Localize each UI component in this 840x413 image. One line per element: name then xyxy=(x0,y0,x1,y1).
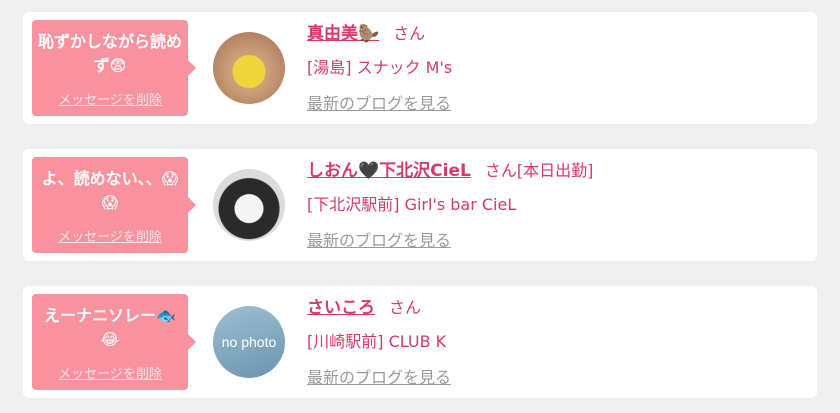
no-photo-label: no photo xyxy=(221,334,277,350)
honorific: さん xyxy=(393,24,426,43)
message-text: えーナニソレー🐟😂 xyxy=(44,306,176,349)
honorific: さん xyxy=(389,298,422,317)
avatar[interactable]: no photo xyxy=(213,306,285,378)
user-name-link[interactable]: 真由美🦫 xyxy=(307,24,379,44)
delete-message-link[interactable]: メッセージを削除 xyxy=(32,226,188,245)
avatar[interactable] xyxy=(213,32,285,104)
message-text: 恥ずかしながら読めず😨 xyxy=(38,32,183,75)
shop-info: [下北沢駅前] Girl's bar CieL xyxy=(307,195,517,214)
message-bubble: 恥ずかしながら読めず😨 メッセージを削除 xyxy=(32,20,196,116)
honorific: さん xyxy=(484,161,517,180)
user-name-link[interactable]: さいころ xyxy=(307,298,375,318)
shop-info: [川崎駅前] CLUB K xyxy=(307,332,447,351)
message-card: よ、読めない、、😱😱 メッセージを削除 しおん🖤下北沢CieL さん[本日出勤] … xyxy=(23,149,817,261)
avatar[interactable] xyxy=(213,169,285,241)
delete-message-link[interactable]: メッセージを削除 xyxy=(32,89,188,108)
latest-blog-link[interactable]: 最新のブログを見る xyxy=(307,227,451,251)
delete-message-link[interactable]: メッセージを削除 xyxy=(32,363,188,382)
message-bubble: えーナニソレー🐟😂 メッセージを削除 xyxy=(32,294,196,390)
message-text: よ、読めない、、😱😱 xyxy=(41,169,179,212)
message-list: 恥ずかしながら読めず😨 メッセージを削除 真由美🦫 さん [湯島] スナック M'… xyxy=(0,0,840,413)
status-badge: [本日出勤] xyxy=(516,161,594,180)
user-name-row: さいころ さん xyxy=(307,294,421,322)
latest-blog-link[interactable]: 最新のブログを見る xyxy=(307,90,451,114)
user-name-row: しおん🖤下北沢CieL さん[本日出勤] xyxy=(307,157,593,185)
user-name-row: 真由美🦫 さん xyxy=(307,20,425,48)
message-card: えーナニソレー🐟😂 メッセージを削除 no photo さいころ さん [川崎駅前… xyxy=(23,286,817,398)
message-card: 恥ずかしながら読めず😨 メッセージを削除 真由美🦫 さん [湯島] スナック M'… xyxy=(23,12,817,124)
shop-info: [湯島] スナック M's xyxy=(307,58,453,77)
latest-blog-link[interactable]: 最新のブログを見る xyxy=(307,364,451,388)
user-name-link[interactable]: しおん🖤下北沢CieL xyxy=(307,161,471,181)
message-bubble: よ、読めない、、😱😱 メッセージを削除 xyxy=(32,157,196,253)
